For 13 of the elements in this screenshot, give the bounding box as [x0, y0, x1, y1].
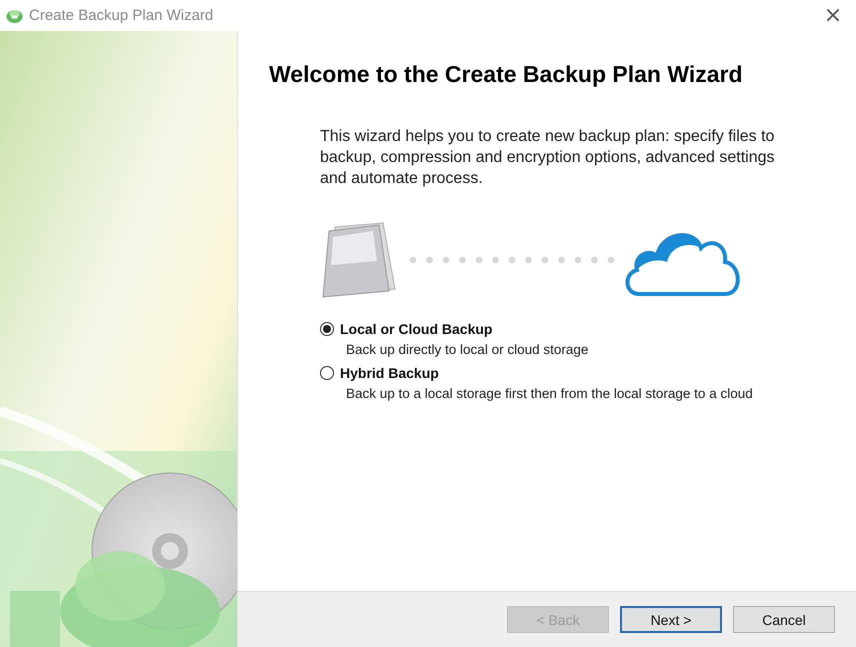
app-icon: [6, 7, 23, 24]
radio-button[interactable]: [320, 366, 334, 380]
window-title: Create Backup Plan Wizard: [29, 7, 214, 24]
next-button[interactable]: Next >: [620, 606, 722, 633]
option-label[interactable]: Local or Cloud Backup: [340, 321, 492, 337]
option-label[interactable]: Hybrid Backup: [340, 365, 439, 381]
cancel-button[interactable]: Cancel: [733, 606, 835, 633]
intro-text: This wizard helps you to create new backup plan: specify files to backup, compression and encryption options, advanced settings and automate process.: [320, 127, 776, 189]
option-description: Back up directly to local or cloud storage: [346, 342, 590, 357]
option-description: Back up to a local storage first then from the local storage to a cloud: [346, 386, 754, 401]
radio-button[interactable]: [320, 322, 334, 336]
wizard-heading: Welcome to the Create Backup Plan Wizard: [269, 61, 744, 88]
close-button[interactable]: ×: [810, 0, 856, 31]
